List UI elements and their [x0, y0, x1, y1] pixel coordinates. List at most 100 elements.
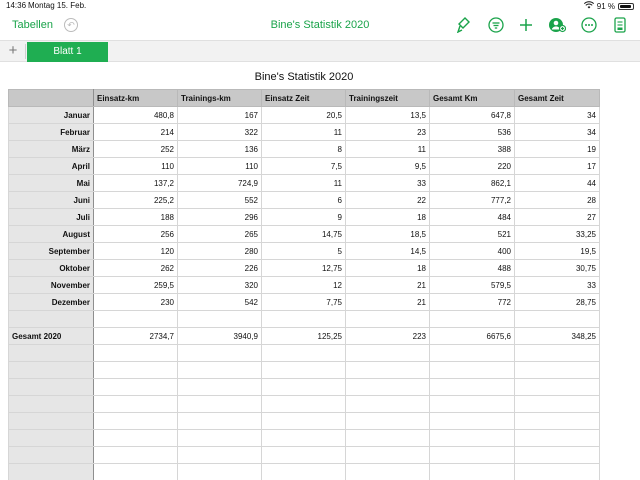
- row-header-cell[interactable]: August: [8, 225, 94, 243]
- table-cell[interactable]: [429, 395, 515, 413]
- row-header-cell[interactable]: November: [8, 276, 94, 294]
- row-header-cell[interactable]: [8, 378, 94, 396]
- table-cell[interactable]: [514, 463, 600, 480]
- table-cell[interactable]: [261, 395, 346, 413]
- table-cell[interactable]: [429, 446, 515, 464]
- table-cell[interactable]: [93, 446, 178, 464]
- table-cell[interactable]: 552: [177, 191, 262, 209]
- table-cell[interactable]: 724,9: [177, 174, 262, 192]
- table-cell[interactable]: 21: [345, 293, 430, 311]
- table-cell[interactable]: 19,5: [514, 242, 600, 260]
- table-cell[interactable]: [177, 446, 262, 464]
- table-cell[interactable]: [345, 463, 430, 480]
- table-cell[interactable]: 30,75: [514, 259, 600, 277]
- table-cell[interactable]: 11: [261, 123, 346, 141]
- table-cell[interactable]: 2734,7: [93, 327, 178, 345]
- table-cell[interactable]: 137,2: [93, 174, 178, 192]
- table-cell[interactable]: 296: [177, 208, 262, 226]
- row-header-cell[interactable]: [8, 412, 94, 430]
- table-cell[interactable]: [93, 344, 178, 362]
- filter-icon[interactable]: [487, 16, 505, 34]
- table-cell[interactable]: [514, 412, 600, 430]
- table-cell[interactable]: 13,5: [345, 106, 430, 124]
- table-cell[interactable]: [345, 429, 430, 447]
- row-header-cell[interactable]: [8, 395, 94, 413]
- table-cell[interactable]: [177, 429, 262, 447]
- table-cell[interactable]: [261, 378, 346, 396]
- table-cell[interactable]: 17: [514, 157, 600, 175]
- row-header-cell[interactable]: Mai: [8, 174, 94, 192]
- table-cell[interactable]: [93, 395, 178, 413]
- table-cell[interactable]: 480,8: [93, 106, 178, 124]
- table-cell[interactable]: 484: [429, 208, 515, 226]
- table-cell[interactable]: 33: [345, 174, 430, 192]
- table-cell[interactable]: 647,8: [429, 106, 515, 124]
- table-cell[interactable]: [514, 378, 600, 396]
- table-cell[interactable]: 22: [345, 191, 430, 209]
- header-cell[interactable]: Einsatz Zeit: [261, 89, 346, 107]
- table-cell[interactable]: 6: [261, 191, 346, 209]
- tab-blatt-1[interactable]: Blatt 1: [27, 42, 108, 62]
- table-cell[interactable]: 348,25: [514, 327, 600, 345]
- table-cell[interactable]: [345, 395, 430, 413]
- table-cell[interactable]: 33,25: [514, 225, 600, 243]
- table-cell[interactable]: [429, 344, 515, 362]
- table-cell[interactable]: 388: [429, 140, 515, 158]
- table-cell[interactable]: [177, 361, 262, 379]
- table-cell[interactable]: 320: [177, 276, 262, 294]
- table-cell[interactable]: [93, 412, 178, 430]
- table-cell[interactable]: [514, 361, 600, 379]
- table-cell[interactable]: [93, 361, 178, 379]
- table-cell[interactable]: 18: [345, 259, 430, 277]
- row-header-cell[interactable]: März: [8, 140, 94, 158]
- header-cell[interactable]: Gesamt Km: [429, 89, 515, 107]
- table-cell[interactable]: [429, 463, 515, 480]
- table-cell[interactable]: [93, 429, 178, 447]
- table-cell[interactable]: 5: [261, 242, 346, 260]
- table-cell[interactable]: 44: [514, 174, 600, 192]
- table-cell[interactable]: 322: [177, 123, 262, 141]
- table-cell[interactable]: 772: [429, 293, 515, 311]
- table-cell[interactable]: 8: [261, 140, 346, 158]
- add-icon[interactable]: [517, 16, 535, 34]
- table-cell[interactable]: 256: [93, 225, 178, 243]
- table-cell[interactable]: 579,5: [429, 276, 515, 294]
- table-cell[interactable]: 400: [429, 242, 515, 260]
- table-cell[interactable]: 21: [345, 276, 430, 294]
- table-cell[interactable]: 230: [93, 293, 178, 311]
- table-cell[interactable]: [261, 361, 346, 379]
- table-cell[interactable]: 259,5: [93, 276, 178, 294]
- format-brush-icon[interactable]: [455, 16, 473, 34]
- table-cell[interactable]: 542: [177, 293, 262, 311]
- row-header-cell[interactable]: September: [8, 242, 94, 260]
- table-cell[interactable]: [261, 463, 346, 480]
- add-sheet-button[interactable]: +: [5, 43, 21, 59]
- table-cell[interactable]: 23: [345, 123, 430, 141]
- table-cell[interactable]: 12: [261, 276, 346, 294]
- table-cell[interactable]: [177, 412, 262, 430]
- table-cell[interactable]: 18,5: [345, 225, 430, 243]
- document-title[interactable]: Bine's Statistik 2020: [271, 19, 370, 31]
- table-cell[interactable]: [93, 378, 178, 396]
- table-cell[interactable]: [514, 395, 600, 413]
- table-cell[interactable]: 14,5: [345, 242, 430, 260]
- row-header-cell[interactable]: [8, 310, 94, 328]
- table-cell[interactable]: [93, 310, 178, 328]
- table-title[interactable]: Bine's Statistik 2020: [0, 71, 608, 83]
- table-cell[interactable]: [514, 446, 600, 464]
- table-cell[interactable]: [345, 344, 430, 362]
- table-cell[interactable]: [261, 446, 346, 464]
- table-cell[interactable]: [514, 310, 600, 328]
- table-cell[interactable]: [261, 412, 346, 430]
- row-header-cell[interactable]: [8, 361, 94, 379]
- table-cell[interactable]: [345, 446, 430, 464]
- header-cell[interactable]: [8, 89, 94, 107]
- row-header-cell[interactable]: Dezember: [8, 293, 94, 311]
- row-header-cell[interactable]: Februar: [8, 123, 94, 141]
- table-cell[interactable]: 521: [429, 225, 515, 243]
- table-cell[interactable]: [177, 310, 262, 328]
- row-header-cell[interactable]: [8, 429, 94, 447]
- header-cell[interactable]: Einsatz-km: [93, 89, 178, 107]
- table-cell[interactable]: 220: [429, 157, 515, 175]
- table-cell[interactable]: 225,2: [93, 191, 178, 209]
